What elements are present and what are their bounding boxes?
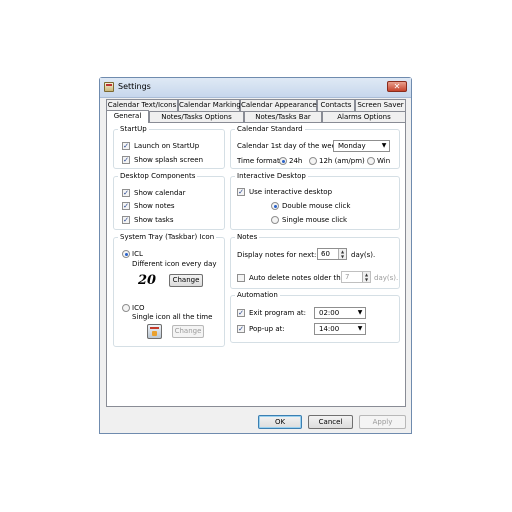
spin-arrows-icon[interactable]: ▲ ▼ [362,272,370,282]
time-format-24h-radio[interactable] [279,157,287,165]
tab-screen-saver[interactable]: Screen Saver [355,99,406,111]
exit-time-select[interactable]: 02:00 ▼ [314,307,366,319]
exit-program-checkbox[interactable]: ✓ [237,309,245,317]
time-format-win-radio[interactable] [367,157,375,165]
show-tasks-checkbox[interactable]: ✓ [122,216,130,224]
calendar-app-icon [104,82,114,92]
system-tray-group: System Tray (Taskbar) Icon ICL Different… [113,233,225,347]
automation-group-label: Automation [235,291,280,300]
close-button[interactable]: ✕ [387,81,407,92]
calendar-standard-group: Calendar Standard Calendar 1st day of th… [230,125,400,169]
tab-calendar-appearance[interactable]: Calendar Appearance [240,99,317,111]
notes-group: Notes Display notes for next: 60 ▲ ▼ day(… [230,233,400,289]
startup-group: StartUp ✓ Launch on StartUp ✓ Show splas… [113,125,225,169]
use-interactive-desktop-label: Use interactive desktop [249,188,333,196]
daily-icon-number: 20 [138,273,157,288]
interactive-desktop-group-label: Interactive Desktop [235,172,308,181]
spin-arrows-icon[interactable]: ▲ ▼ [338,249,346,259]
settings-window: Settings ✕ Calendar Text/Icons Calendar … [99,77,412,434]
ok-button[interactable]: OK [258,415,302,429]
ico-change-button[interactable]: Change [172,325,204,338]
icl-label: ICL [132,250,143,258]
cancel-button[interactable]: Cancel [308,415,353,429]
notes-group-label: Notes [235,233,260,242]
show-splash-label: Show splash screen [134,156,204,164]
calendar-icon [147,324,162,339]
exit-time-value: 02:00 [319,309,340,317]
show-calendar-label: Show calendar [134,189,186,197]
auto-delete-unit: day(s). [374,274,399,282]
tab-contacts[interactable]: Contacts [317,99,355,111]
auto-delete-stepper[interactable]: 7 ▲ ▼ [341,271,371,283]
popup-checkbox[interactable]: ✓ [237,325,245,333]
auto-delete-label: Auto delete notes older than: [249,274,352,282]
show-notes-label: Show notes [134,202,175,210]
show-tasks-label: Show tasks [134,216,174,224]
single-click-radio[interactable] [271,216,279,224]
popup-label: Pop-up at: [249,325,285,333]
icl-description: Different icon every day [132,260,217,268]
interactive-desktop-group: Interactive Desktop ✓ Use interactive de… [230,172,400,230]
apply-button[interactable]: Apply [359,415,406,429]
exit-program-label: Exit program at: [249,309,306,317]
startup-group-label: StartUp [118,125,149,134]
time-format-12h-radio[interactable] [309,157,317,165]
display-notes-value: 60 [321,250,330,258]
tab-calendar-marking[interactable]: Calendar Marking [178,99,241,111]
icl-change-button[interactable]: Change [169,274,203,287]
desktop-components-group: Desktop Components ✓ Show calendar ✓ Sho… [113,172,225,230]
title-bar[interactable]: Settings ✕ [100,78,411,98]
chevron-down-icon: ▼ [357,309,363,316]
first-day-value: Monday [338,142,366,150]
display-notes-unit: day(s). [351,251,376,259]
icl-radio[interactable] [122,250,130,258]
first-day-select[interactable]: Monday ▼ [333,140,390,152]
time-format-label: Time format: [237,157,283,165]
desktop-components-group-label: Desktop Components [118,172,198,181]
time-format-win-label: Win [377,157,391,165]
show-splash-checkbox[interactable]: ✓ [122,156,130,164]
automation-group: Automation ✓ Exit program at: 02:00 ▼ ✓ … [230,291,400,343]
show-notes-checkbox[interactable]: ✓ [122,202,130,210]
chevron-down-icon: ▼ [381,142,387,149]
time-format-12h-label: 12h (am/pm) [319,157,365,165]
display-notes-stepper[interactable]: 60 ▲ ▼ [317,248,347,260]
single-click-label: Single mouse click [282,216,348,224]
use-interactive-desktop-checkbox[interactable]: ✓ [237,188,245,196]
double-click-radio[interactable] [271,202,279,210]
auto-delete-value: 7 [345,273,350,281]
show-calendar-checkbox[interactable]: ✓ [122,189,130,197]
first-day-label: Calendar 1st day of the week: [237,142,343,150]
calendar-standard-group-label: Calendar Standard [235,125,305,134]
auto-delete-checkbox[interactable] [237,274,245,282]
double-click-label: Double mouse click [282,202,351,210]
display-notes-label: Display notes for next: [237,251,317,259]
chevron-down-icon: ▼ [357,325,363,332]
ico-radio[interactable] [122,304,130,312]
popup-time-select[interactable]: 14:00 ▼ [314,323,366,335]
launch-on-startup-label: Launch on StartUp [134,142,200,150]
general-tab-panel: StartUp ✓ Launch on StartUp ✓ Show splas… [106,122,406,407]
time-format-24h-label: 24h [289,157,303,165]
window-title: Settings [118,82,151,91]
launch-on-startup-checkbox[interactable]: ✓ [122,142,130,150]
ico-description: Single icon all the time [132,313,213,321]
system-tray-group-label: System Tray (Taskbar) Icon [118,233,217,242]
popup-time-value: 14:00 [319,325,340,333]
tab-general[interactable]: General [106,110,149,123]
